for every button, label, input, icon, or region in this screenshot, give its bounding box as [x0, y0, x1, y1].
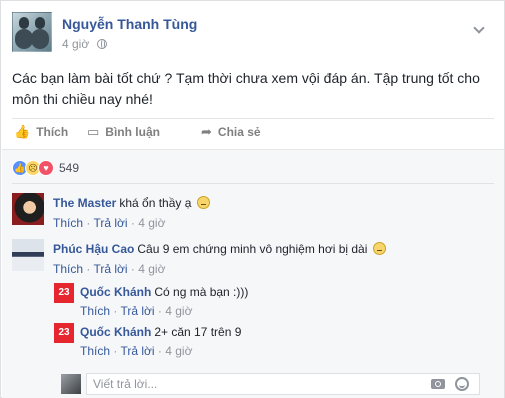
reply-time[interactable]: 4 giờ	[165, 304, 192, 318]
current-user-avatar[interactable]	[61, 374, 81, 394]
comment-meta: Thích · Trả lời · 4 giờ	[53, 216, 166, 230]
author-name[interactable]: Nguyễn Thanh Tùng	[62, 16, 197, 32]
tired-emoji-icon	[372, 242, 386, 255]
reply-like-link[interactable]: Thích	[80, 344, 110, 358]
comment-like-link[interactable]: Thích	[53, 262, 83, 276]
reply-body: Quốc Khánh Có ng mà bạn :)))	[80, 285, 248, 299]
commenter-avatar[interactable]	[12, 193, 44, 225]
replier-name[interactable]: Quốc Khánh	[80, 285, 151, 299]
post-header: Nguyễn Thanh Tùng 4 giờ	[12, 12, 492, 54]
camera-icon[interactable]	[431, 379, 445, 389]
reply-text: Có ng mà bạn :)))	[154, 285, 249, 299]
commenter-name[interactable]: The Master	[53, 196, 116, 210]
smile-emoji-icon	[196, 196, 210, 209]
share-label: Chia sẻ	[217, 125, 261, 139]
share-icon: ➦	[201, 124, 212, 139]
reply-like-link[interactable]: Thích	[80, 304, 110, 318]
replier-name[interactable]: Quốc Khánh	[80, 325, 151, 339]
comment-body: The Master khá ổn thầy ạ	[53, 196, 210, 210]
comment-button[interactable]: ▭ Bình luận	[87, 124, 160, 140]
reply-meta: Thích · Trả lời · 4 giờ	[80, 304, 193, 318]
commenter-avatar[interactable]	[12, 239, 44, 271]
post-meta: 4 giờ	[62, 37, 107, 51]
like-label: Thích	[36, 125, 69, 139]
emoji-icon[interactable]	[455, 377, 469, 391]
comment-text: Câu 9 em chứng minh vô nghiệm hơi bị dài	[137, 242, 368, 256]
comments-area: 👍 ☹ ♥ 549 The Master khá ổn thầy ạ Thích …	[2, 149, 504, 398]
comment-label: Bình luận	[105, 125, 160, 139]
reply-reply-link[interactable]: Trả lời	[120, 304, 154, 318]
share-button[interactable]: ➦ Chia sẻ	[201, 124, 261, 140]
chevron-down-icon[interactable]	[474, 24, 484, 34]
author-avatar[interactable]	[12, 12, 52, 52]
love-reaction-icon: ♥	[38, 160, 54, 176]
like-button[interactable]: 👍 Thích	[14, 124, 68, 140]
globe-icon	[96, 39, 107, 49]
comment-body: Phúc Hậu Cao Câu 9 em chứng minh vô nghiệ…	[53, 242, 386, 256]
divider	[12, 183, 494, 184]
reply-reply-link[interactable]: Trả lời	[120, 344, 154, 358]
reply-body: Quốc Khánh 2+ căn 17 trên 9	[80, 325, 241, 339]
thumbs-up-icon: 👍	[14, 124, 31, 139]
post-actions: 👍 Thích ▭ Bình luận ➦ Chia sẻ	[12, 121, 494, 145]
reply-input[interactable]	[87, 374, 417, 394]
comment-time[interactable]: 4 giờ	[138, 262, 165, 276]
reply-box	[86, 373, 480, 395]
comment-reply-link[interactable]: Trả lời	[93, 262, 127, 276]
reply-text: 2+ căn 17 trên 9	[154, 325, 242, 339]
comment-time[interactable]: 4 giờ	[138, 216, 165, 230]
replier-avatar[interactable]: 23	[54, 283, 74, 303]
post-text: Các bạn làm bài tốt chứ ? Tạm thời chưa …	[12, 70, 480, 107]
reply-meta: Thích · Trả lời · 4 giờ	[80, 344, 193, 358]
divider	[12, 118, 494, 119]
reactions-summary[interactable]: 👍 ☹ ♥ 549	[12, 159, 79, 177]
comment-like-link[interactable]: Thích	[53, 216, 83, 230]
post-card: Nguyễn Thanh Tùng 4 giờ Các bạn làm bài …	[0, 0, 505, 398]
comment-reply-link[interactable]: Trả lời	[93, 216, 127, 230]
post-time[interactable]: 4 giờ	[62, 37, 89, 51]
replier-avatar[interactable]: 23	[54, 323, 74, 343]
reaction-count[interactable]: 549	[59, 161, 79, 175]
commenter-name[interactable]: Phúc Hậu Cao	[53, 242, 134, 256]
reply-time[interactable]: 4 giờ	[165, 344, 192, 358]
comment-text: khá ổn thầy ạ	[119, 196, 192, 210]
comment-icon: ▭	[87, 124, 100, 139]
comment-meta: Thích · Trả lời · 4 giờ	[53, 262, 166, 276]
